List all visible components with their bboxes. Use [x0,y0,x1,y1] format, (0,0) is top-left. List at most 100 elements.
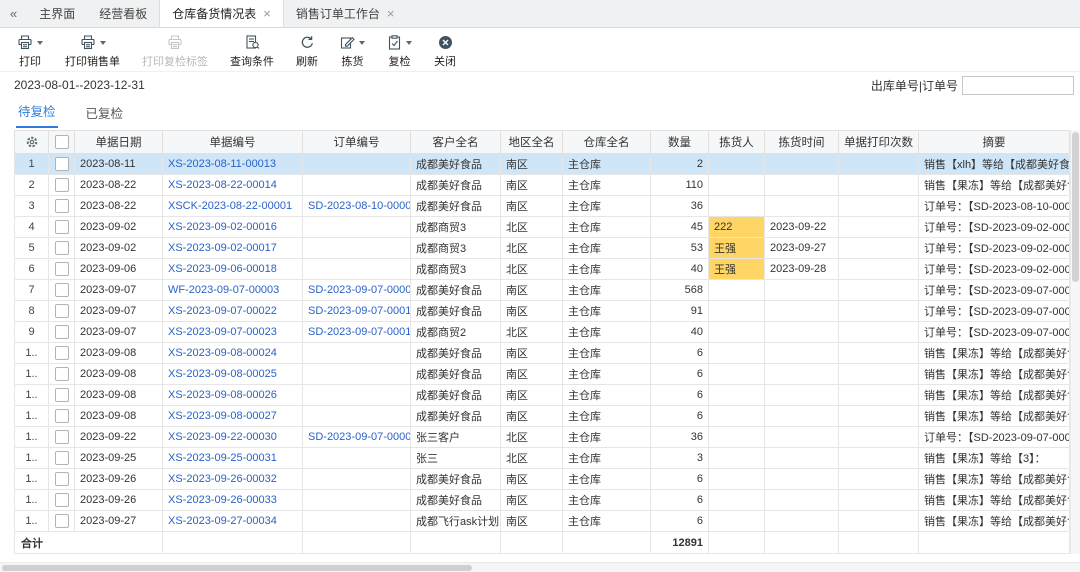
row-checkbox[interactable] [54,451,69,465]
col-header-order[interactable]: 订单编号 [302,130,411,154]
dropdown-caret-icon[interactable] [359,40,365,45]
toolbar-button-4[interactable]: 查询条件 [225,33,279,70]
doc-number-link[interactable]: XS-2023-09-27-00034 [168,515,277,527]
col-header-ptime[interactable]: 拣货时间 [764,130,839,154]
table-row[interactable]: 1.. 2023-09-08 XS-2023-09-08-00026 成都美好食品 南区… [14,384,1070,406]
tab-item-2[interactable]: 经营看板 [87,0,159,27]
doc-number-link[interactable]: XS-2023-09-22-00030 [168,431,277,443]
row-checkbox[interactable] [54,472,69,486]
toolbar-button-7[interactable]: 复检 [382,33,417,70]
col-header-picker[interactable]: 拣货人 [708,130,765,154]
gear-icon[interactable] [25,135,39,149]
table-row[interactable]: 4 2023-09-02 XS-2023-09-02-00016 成都商贸3 北区 主仓库… [14,216,1070,238]
col-header-qty[interactable]: 数量 [650,130,709,154]
row-checkbox[interactable] [54,241,69,255]
row-number[interactable]: 7 [14,279,49,301]
doc-number-link[interactable]: WF-2023-09-07-00003 [168,284,279,296]
row-checkbox[interactable] [54,283,69,297]
table-row[interactable]: 9 2023-09-07 XS-2023-09-07-00023 SD-2023-09… [14,321,1070,343]
doc-number-link[interactable]: XS-2023-09-25-00031 [168,452,277,464]
row-checkbox[interactable] [54,262,69,276]
table-row[interactable]: 1.. 2023-09-27 XS-2023-09-27-00034 成都飞行ask计… [14,510,1070,532]
row-number[interactable]: 1 [14,153,49,175]
table-row[interactable]: 1 2023-08-11 XS-2023-08-11-00013 成都美好食品 南区 主仓… [14,153,1070,175]
row-checkbox[interactable] [54,157,69,171]
row-checkbox[interactable] [54,325,69,339]
row-number[interactable]: 2 [14,174,49,196]
doc-number-link[interactable]: XS-2023-09-07-00022 [168,305,277,317]
order-number-link[interactable]: SD-2023-09-07-00005 [308,431,410,443]
vertical-scrollbar-thumb[interactable] [1072,132,1079,282]
horizontal-scrollbar-thumb[interactable] [2,565,472,571]
table-row[interactable]: 1.. 2023-09-08 XS-2023-09-08-00027 成都美好食品 南区… [14,405,1070,427]
row-number[interactable]: 1.. [14,342,49,364]
table-row[interactable]: 1.. 2023-09-22 XS-2023-09-22-00030 SD-2023-… [14,426,1070,448]
col-header-summary[interactable]: 摘要 [918,130,1070,154]
doc-number-link[interactable]: XS-2023-09-07-00023 [168,326,277,338]
order-number-link[interactable]: SD-2023-08-10-00002 [308,200,410,212]
row-number[interactable]: 9 [14,321,49,343]
row-number[interactable]: 1.. [14,363,49,385]
col-header-prints[interactable]: 单据打印次数 [838,130,919,154]
row-number[interactable]: 1.. [14,384,49,406]
toolbar-button-6[interactable]: 拣货 [335,33,370,70]
doc-number-link[interactable]: XS-2023-09-08-00027 [168,410,277,422]
select-all-checkbox[interactable] [54,135,69,149]
row-number[interactable]: 6 [14,258,49,280]
tab-item-1[interactable]: 主界面 [27,0,87,27]
table-row[interactable]: 3 2023-08-22 XSCK-2023-08-22-00001 SD-2023-… [14,195,1070,217]
row-checkbox[interactable] [54,220,69,234]
table-row[interactable]: 6 2023-09-06 XS-2023-09-06-00018 成都商贸3 北区 主仓库… [14,258,1070,280]
table-row[interactable]: 1.. 2023-09-25 XS-2023-09-25-00031 张三 北区 主仓库 3… [14,447,1070,469]
order-number-link[interactable]: SD-2023-09-07-00009 [308,284,410,296]
doc-number-link[interactable]: XS-2023-09-02-00016 [168,221,277,233]
doc-number-link[interactable]: XS-2023-08-22-00014 [168,179,277,191]
row-checkbox[interactable] [54,178,69,192]
doc-number-link[interactable]: XS-2023-09-26-00033 [168,494,277,506]
col-header-date[interactable]: 单据日期 [74,130,163,154]
row-number[interactable]: 1.. [14,447,49,469]
tab-close-icon[interactable]: × [263,7,271,20]
doc-number-link[interactable]: XS-2023-09-08-00026 [168,389,277,401]
row-number[interactable]: 1.. [14,489,49,511]
tab-item-4[interactable]: 销售订单工作台 × [284,0,407,27]
dropdown-caret-icon[interactable] [37,40,43,45]
row-checkbox[interactable] [54,430,69,444]
row-checkbox[interactable] [54,367,69,381]
row-checkbox[interactable] [54,514,69,528]
toolbar-button-2[interactable]: 打印销售单 [60,33,125,70]
order-number-link[interactable]: SD-2023-09-07-00017 [308,305,410,317]
table-row[interactable]: 2 2023-08-22 XS-2023-08-22-00014 成都美好食品 南区 主仓… [14,174,1070,196]
table-row[interactable]: 8 2023-09-07 XS-2023-09-07-00022 SD-2023-09… [14,300,1070,322]
table-row[interactable]: 1.. 2023-09-08 XS-2023-09-08-00025 成都美好食品 南区… [14,363,1070,385]
row-checkbox[interactable] [54,199,69,213]
row-number[interactable]: 1.. [14,405,49,427]
doc-number-link[interactable]: XS-2023-09-08-00025 [168,368,277,380]
row-number[interactable]: 5 [14,237,49,259]
dropdown-caret-icon[interactable] [99,40,106,45]
row-number[interactable]: 1.. [14,510,49,532]
row-number[interactable]: 3 [14,195,49,217]
doc-number-link[interactable]: XS-2023-09-08-00024 [168,347,277,359]
col-header-region[interactable]: 地区全名 [500,130,563,154]
table-row[interactable]: 1.. 2023-09-08 XS-2023-09-08-00024 成都美好食品 南区… [14,342,1070,364]
doc-number-link[interactable]: XSCK-2023-08-22-00001 [168,200,292,212]
row-number[interactable]: 8 [14,300,49,322]
toolbar-button-8[interactable]: 关闭 [429,33,461,70]
doc-number-link[interactable]: XS-2023-09-06-00018 [168,263,277,275]
row-checkbox[interactable] [54,493,69,507]
col-header-wh[interactable]: 仓库全名 [562,130,651,154]
table-row[interactable]: 1.. 2023-09-26 XS-2023-09-26-00032 成都美好食品 南区… [14,468,1070,490]
row-checkbox[interactable] [54,346,69,360]
col-header-doc[interactable]: 单据编号 [162,130,303,154]
row-number[interactable]: 1.. [14,468,49,490]
collapse-tabs-button[interactable]: « [0,0,27,27]
order-number-link[interactable]: SD-2023-09-07-00014 [308,326,410,338]
tab-close-icon[interactable]: × [387,7,395,20]
order-search-input[interactable] [962,75,1074,95]
table-row[interactable]: 1.. 2023-09-26 XS-2023-09-26-00033 成都美好食品 南区… [14,489,1070,511]
row-checkbox[interactable] [54,409,69,423]
col-header-check[interactable] [48,130,75,154]
dropdown-caret-icon[interactable] [406,40,412,45]
doc-number-link[interactable]: XS-2023-09-02-00017 [168,242,277,254]
